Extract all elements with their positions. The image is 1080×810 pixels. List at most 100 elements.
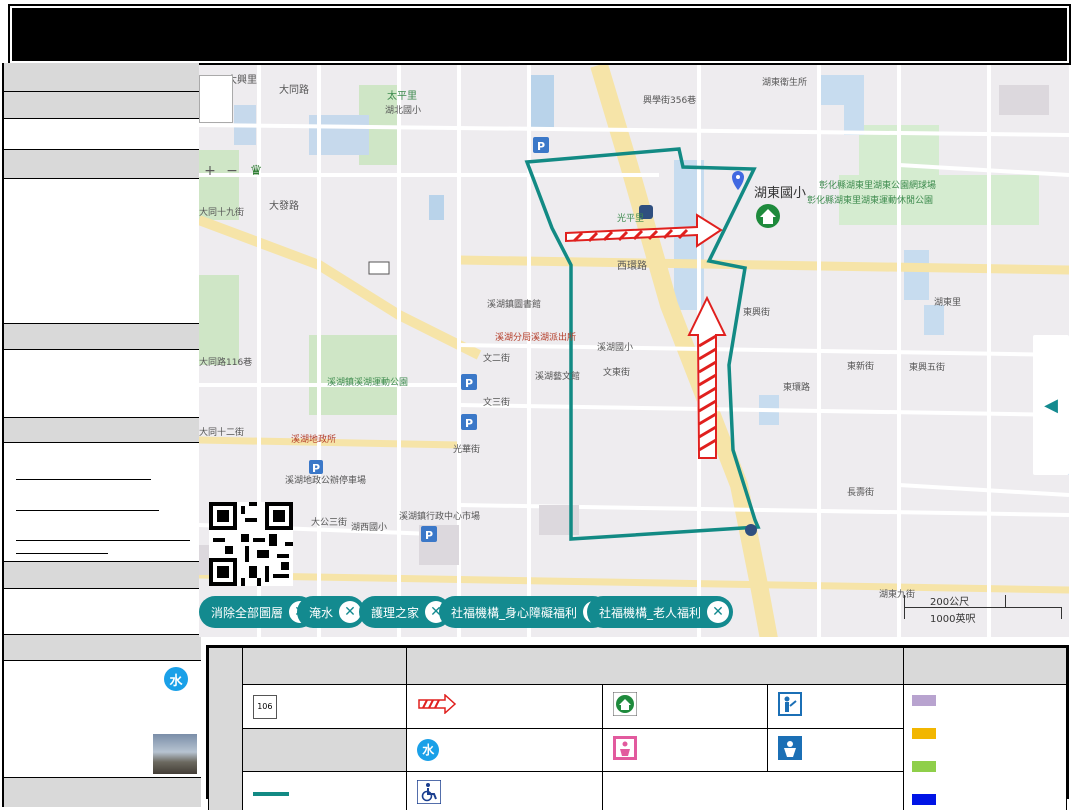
street-label: 興學街356巷 — [643, 96, 697, 106]
street-label: 大同路 — [279, 85, 309, 96]
info-field-3 — [4, 350, 201, 418]
blank-line — [16, 553, 108, 554]
highlight-school-label: 湖東國小 — [754, 186, 807, 201]
info-header-5 — [4, 418, 201, 443]
close-icon[interactable]: ✕ — [707, 601, 730, 623]
water-icon: 水 — [164, 667, 188, 691]
street-label: 湖西國小 — [351, 523, 388, 533]
info-header-6 — [4, 562, 201, 589]
info-header-7 — [4, 635, 201, 661]
chip-label: 淹水 — [309, 605, 334, 620]
flood-zone — [904, 250, 929, 300]
park-area — [199, 275, 239, 365]
info-header-1 — [4, 63, 201, 92]
legend-swatches — [902, 684, 1068, 810]
legend-childcare — [767, 727, 904, 773]
nursing-layer-chip[interactable]: 護理之家 ✕ — [359, 596, 452, 628]
street-label: 大公三街 — [311, 518, 348, 528]
street-label: 溪湖地政公辦停車場 — [285, 476, 367, 486]
left-info-panel: 水 — [2, 63, 201, 807]
street-label: 彰化縣湖東里湖東運動休閒公園 — [807, 196, 934, 206]
zoom-out-button[interactable]: − — [221, 160, 243, 182]
nursing-home-icon — [612, 735, 637, 760]
layers-icon[interactable]: ♛ — [245, 160, 267, 182]
info-header-8 — [4, 778, 201, 807]
legend-nursing — [601, 727, 769, 773]
flood-layer-chip[interactable]: 淹水 ✕ — [297, 596, 366, 628]
street-label: 西環路 — [617, 261, 647, 272]
flood-zone — [844, 75, 864, 135]
flood-zone — [924, 305, 944, 335]
street-label: 東新街 — [847, 362, 875, 372]
arrow-icon — [418, 693, 457, 716]
legend-header-cell — [241, 727, 408, 773]
street-label: 長壽街 — [847, 488, 875, 498]
legend-header-cell — [406, 647, 904, 685]
street-label: 湖北國小 — [385, 106, 422, 116]
street-label: 文東街 — [603, 368, 631, 378]
chevron-left-icon: ◀ — [1044, 394, 1058, 416]
elderly-welfare-chip[interactable]: 社福機構_老人福利 ✕ — [587, 596, 734, 628]
info-field-6: 水 — [4, 661, 201, 778]
info-header-4 — [4, 324, 201, 350]
chip-label: 消除全部圖層 — [211, 605, 284, 620]
street-label: 溪湖鎮行政中心市場 — [399, 512, 481, 522]
chip-label: 護理之家 — [371, 605, 420, 620]
street-photo — [153, 734, 197, 774]
qr-code — [209, 502, 293, 586]
street-label: 溪湖國小 — [597, 343, 634, 353]
street-label: 彰化縣湖東里湖東公園網球場 — [819, 181, 937, 191]
zoom-in-button[interactable]: + — [199, 160, 221, 182]
side-panel-toggle[interactable]: ◀ — [1033, 335, 1069, 475]
street-label: 光華街 — [453, 445, 481, 455]
legend-side-header — [208, 647, 243, 810]
legend-table: 106 水 — [206, 645, 1069, 810]
swatch-blue — [911, 794, 936, 805]
legend-water: 水 — [406, 727, 603, 773]
close-icon[interactable]: ✕ — [339, 601, 362, 623]
scale-bar: 200公尺 1000英呎 — [904, 591, 1064, 627]
svg-text:P: P — [465, 417, 473, 430]
disability-welfare-chip[interactable]: 社福機構_身心障礙福利 ✕ — [439, 596, 610, 628]
title-bar — [8, 4, 1071, 65]
info-field-1 — [4, 119, 201, 150]
street-label: 大發路 — [269, 201, 299, 212]
svg-text:P: P — [425, 529, 433, 542]
legend-route-line — [241, 771, 408, 810]
street-label: 溪湖藝文館 — [535, 372, 581, 382]
map-canvas: PPP PP — [199, 65, 1069, 637]
street-label: 湖東衛生所 — [762, 78, 808, 88]
basemap-thumbnail[interactable] — [199, 75, 233, 123]
street-label: 太平里 — [387, 91, 417, 102]
street-label: 東興街 — [743, 308, 771, 318]
legend-header-cell — [241, 647, 408, 685]
swatch-green — [911, 761, 936, 772]
legend-accessible — [406, 771, 603, 810]
school-icon — [612, 691, 638, 717]
street-label: 大同十二街 — [199, 428, 245, 438]
street-label: 溪湖地政所 — [291, 435, 337, 445]
street-label: 溪湖分局溪湖派出所 — [495, 333, 577, 343]
route-line-swatch — [252, 791, 289, 796]
street-label: 湖東里 — [934, 298, 962, 308]
swatch-yellow — [911, 728, 936, 739]
water-icon: 水 — [417, 738, 440, 761]
chip-label: 社福機構_老人福利 — [599, 605, 702, 620]
street-label: 光平里 — [617, 214, 645, 224]
road-number-icon: 106 — [252, 694, 277, 719]
street-label: 大同十九街 — [199, 208, 245, 218]
legend-arrow — [406, 684, 603, 729]
scale-metric-label: 200公尺 — [930, 597, 970, 608]
road-shield — [368, 261, 390, 275]
info-field-2 — [4, 179, 201, 324]
street-label: 大同路116巷 — [199, 358, 253, 368]
legend-road-number: 106 — [241, 684, 408, 729]
street-label: 文三街 — [483, 398, 511, 408]
map-view[interactable]: PPP PP 大興里 大同路 太平里 湖北國小 湖東衛生所 興學街356巷 湖東… — [199, 63, 1069, 637]
legend-school — [601, 684, 769, 729]
info-field-5 — [4, 589, 201, 635]
childcare-icon — [778, 735, 803, 760]
flood-zone — [429, 195, 444, 220]
svg-text:P: P — [537, 140, 545, 153]
blank-line — [16, 510, 159, 511]
